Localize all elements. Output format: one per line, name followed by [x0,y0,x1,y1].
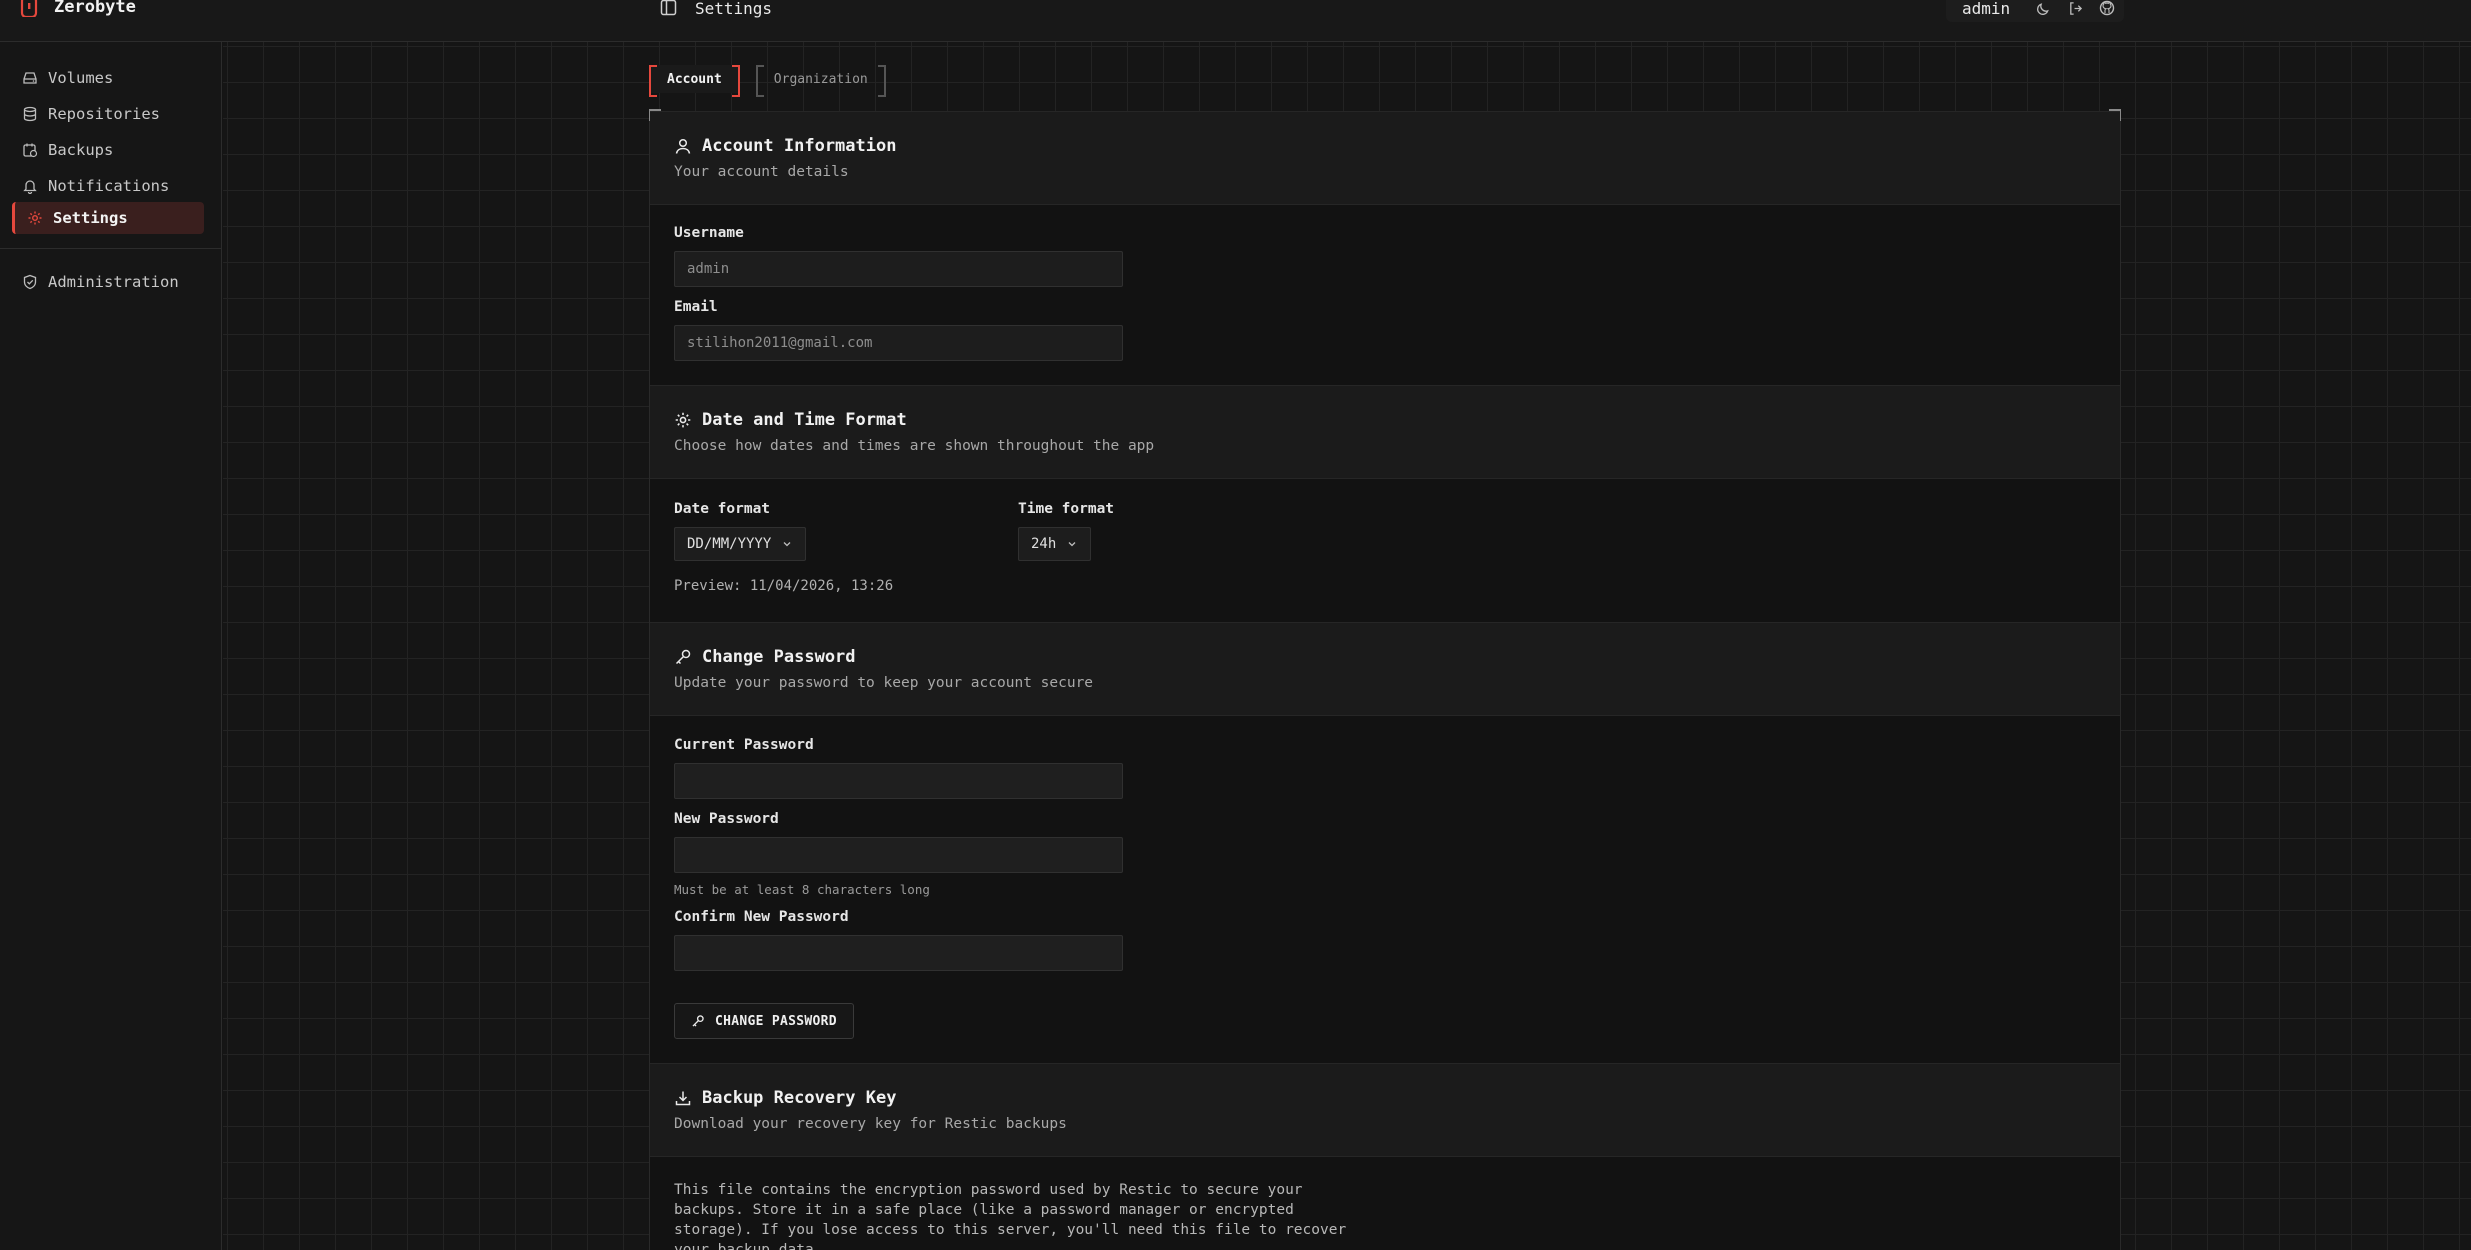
github-button[interactable] [2098,0,2116,17]
settings-card: Account Information Your account details… [649,109,2121,1250]
sidebar-item-repositories[interactable]: Repositories [12,98,204,130]
download-icon [675,1091,691,1106]
sidebar-item-settings[interactable]: Settings [12,202,204,234]
confirm-password-label: Confirm New Password [674,909,849,925]
new-password-label: New Password [674,811,779,827]
shield-check-icon [23,274,37,290]
bell-icon [23,180,37,194]
github-icon [2099,0,2115,16]
tab-account[interactable]: Account [649,65,740,97]
chevron-down-icon [783,542,791,547]
sidebar-item-label: Backups [48,141,114,159]
theme-toggle-button[interactable] [2034,0,2052,17]
account-subtitle: Your account details [674,164,849,180]
section-title: Backup Recovery Key [674,1088,896,1108]
sidebar-item-label: Notifications [48,177,170,195]
email-label: Email [674,299,718,315]
moon-icon [2036,2,2049,15]
page-header: Settings [660,0,772,18]
datetime-section-header: Date and Time Format Choose how dates an… [650,385,2120,479]
settings-tabs: Account Organization [649,65,886,97]
sidebar-item-administration[interactable]: Administration [12,266,204,298]
username-field[interactable] [674,251,1123,287]
sidebar-item-label: Repositories [48,105,160,123]
sidebar-item-notifications[interactable]: Notifications [12,170,204,202]
recovery-description: This file contains the encryption passwo… [674,1182,1347,1250]
key-icon [692,1015,704,1027]
sidebar-item-label: Volumes [48,69,114,87]
date-format-value: DD/MM/YYYY [687,536,772,552]
datetime-subtitle: Choose how dates and times are shown thr… [674,438,1155,454]
password-subtitle: Update your password to keep your accoun… [674,675,1094,691]
change-password-button-label: CHANGE PASSWORD [715,1013,837,1029]
account-section-header: Account Information Your account details [650,111,2120,205]
current-password-label: Current Password [674,737,814,753]
date-format-label: Date format [674,501,771,517]
password-title: Change Password [702,647,856,667]
recovery-subtitle: Download your recovery key for Restic ba… [674,1116,1067,1132]
logout-icon [2069,1,2082,15]
time-format-label: Time format [1018,501,1115,517]
sidebar-toggle-icon[interactable] [660,0,677,16]
sidebar-item-label: Administration [48,273,179,291]
user-menu: admin [1946,0,2124,22]
new-password-field[interactable] [674,837,1123,873]
page-title: Settings [695,0,773,18]
top-bar: Zerobyte Settings admin [0,0,2471,42]
database-icon [23,106,37,122]
current-password-field[interactable] [674,763,1123,799]
sidebar-item-volumes[interactable]: Volumes [12,62,204,94]
sidebar: Volumes Repositories Backups Notificatio… [0,42,222,1250]
datetime-title: Date and Time Format [702,410,907,430]
password-section-header: Change Password Update your password to … [650,622,2120,716]
sidebar-item-backups[interactable]: Backups [12,134,204,166]
sidebar-divider [0,248,222,249]
app-root: Zerobyte Settings admin Volumes Reposito… [0,0,2471,1250]
recovery-section-header: Backup Recovery Key Download your recove… [650,1063,2120,1157]
chevron-down-icon [1068,542,1076,547]
account-title: Account Information [702,136,897,156]
confirm-password-field[interactable] [674,935,1123,971]
section-title: Date and Time Format [674,410,907,430]
app-name: Zerobyte [54,0,136,17]
brand[interactable]: Zerobyte [18,0,136,18]
recovery-title: Backup Recovery Key [702,1088,897,1108]
datetime-preview: Preview: 11/04/2026, 13:26 [674,578,894,594]
username-label: admin [1962,0,2011,18]
calendar-clock-icon [23,143,38,158]
section-title: Change Password [674,647,856,667]
date-format-select[interactable]: DD/MM/YYYY [674,527,807,561]
gear-icon [28,211,42,225]
time-format-value: 24h [1031,536,1057,552]
section-title: Account Information [674,136,896,156]
zerobyte-logo-icon [20,0,38,17]
change-password-button[interactable]: CHANGE PASSWORD [674,1003,854,1039]
user-icon [675,138,691,154]
new-password-hint: Must be at least 8 characters long [674,882,930,897]
tab-organization[interactable]: Organization [755,65,886,97]
sidebar-item-label: Settings [53,209,128,227]
key-icon [675,649,691,665]
time-format-select[interactable]: 24h [1018,527,1092,561]
username-label: Username [674,225,744,241]
gear-icon [675,412,691,428]
logout-button[interactable] [2066,0,2084,17]
email-field[interactable] [674,325,1123,361]
hard-drive-icon [23,72,37,84]
